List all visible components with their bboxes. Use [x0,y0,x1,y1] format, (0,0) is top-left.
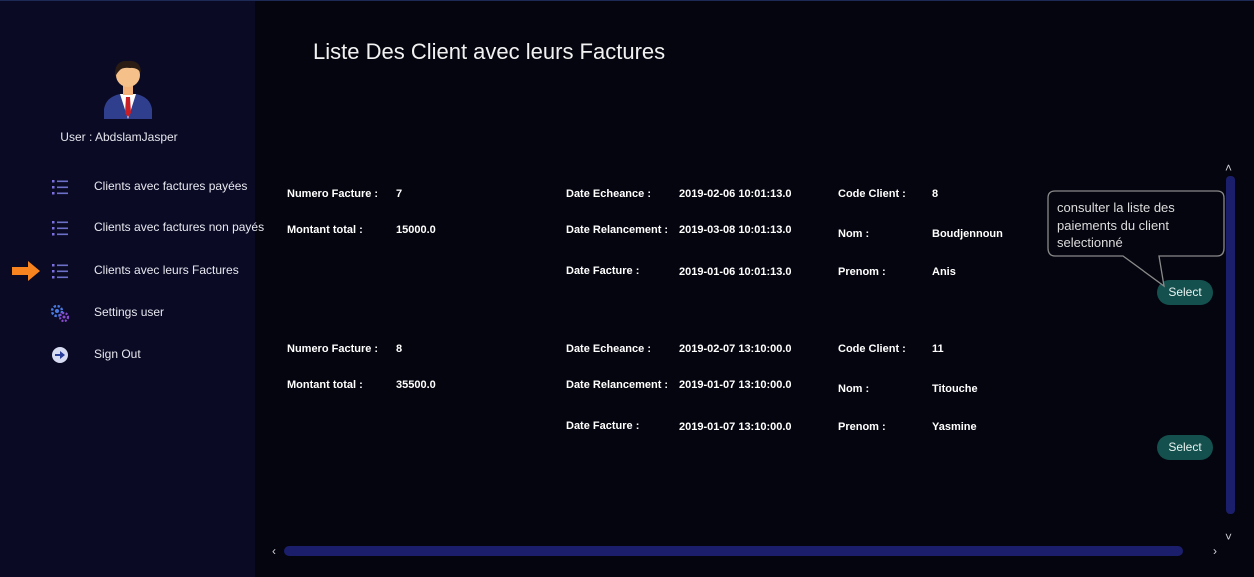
tooltip-text: consulter la liste des paiements du clie… [1057,200,1175,250]
sidebar-item-sign-out[interactable]: Sign Out [0,340,255,370]
facture-card: Numero Facture : 8 Montant total : 35500… [255,336,1215,486]
sidebar-item-factures-non-payees[interactable]: Clients avec factures non payés [0,213,264,243]
sidebar-item-settings-user[interactable]: Settings user [0,298,255,328]
code-client-value: 8 [932,188,939,200]
main-content: Liste Des Client avec leurs Factures Num… [255,1,1254,577]
nom-value: Boudjennoun [932,228,1003,240]
sidebar-item-label: Clients avec leurs Factures [94,263,239,277]
date-echeance-label: Date Echeance : [566,188,651,200]
scroll-right-icon[interactable]: › [1213,545,1217,557]
vertical-scrollbar-thumb[interactable] [1226,176,1235,514]
user-label: User : AbdslamJasper [60,130,178,144]
select-button[interactable]: Select [1157,435,1213,460]
montant-total-label: Montant total : [287,224,363,236]
sidebar-item-clients-factures[interactable]: Clients avec leurs Factures [0,256,255,286]
montant-total-value: 15000.0 [396,224,436,236]
nom-label: Nom : [838,228,870,240]
list-icon [52,180,68,195]
nom-label: Nom : [838,383,870,395]
date-echeance-value: 2019-02-07 13:10:00.0 [679,343,792,355]
date-facture-value: 2019-01-06 10:01:13.0 [679,266,792,278]
gears-icon [50,304,70,322]
sidebar-item-label: Settings user [94,305,165,319]
sidebar-item-label: Clients avec factures payées [94,179,248,193]
date-relancement-label: Date Relancement : [566,379,669,391]
date-facture-value: 2019-01-07 13:10:00.0 [679,421,792,433]
scroll-left-icon[interactable]: ‹ [272,545,276,557]
prenom-label: Prenom : [838,266,886,278]
prenom-value: Anis [932,266,956,278]
scroll-down-icon[interactable]: ˅ [1225,531,1232,543]
sidebar-item-label: Sign Out [94,347,141,361]
numero-facture-value: 7 [396,188,403,200]
date-facture-label: Date Facture : [566,265,640,277]
horizontal-scrollbar-thumb[interactable] [284,546,1183,556]
date-echeance-label: Date Echeance : [566,343,651,355]
montant-total-label: Montant total : [287,379,363,391]
sidebar: User : AbdslamJasper Clients avec factur… [0,1,264,577]
user-avatar-icon [104,60,152,119]
date-relancement-value: 2019-01-07 13:10:00.0 [679,379,792,391]
code-client-label: Code Client : [838,343,906,355]
montant-total-value: 35500.0 [396,379,436,391]
active-arrow-icon [12,261,40,281]
sidebar-item-label: Clients avec factures non payés [94,220,265,234]
numero-facture-label: Numero Facture : [287,188,379,200]
prenom-value: Yasmine [932,421,977,433]
date-facture-label: Date Facture : [566,420,640,432]
nom-value: Titouche [932,383,978,395]
sign-out-icon [52,347,68,363]
date-relancement-value: 2019-03-08 10:01:13.0 [679,224,792,236]
prenom-label: Prenom : [838,421,886,433]
date-relancement-label: Date Relancement : [566,224,669,236]
numero-facture-value: 8 [396,343,403,355]
date-echeance-value: 2019-02-06 10:01:13.0 [679,188,792,200]
list-icon [52,264,68,279]
numero-facture-label: Numero Facture : [287,343,379,355]
code-client-value: 11 [932,343,944,355]
list-icon [52,221,68,236]
code-client-label: Code Client : [838,188,906,200]
sidebar-item-factures-payees[interactable]: Clients avec factures payées [0,172,255,202]
page-title: Liste Des Client avec leurs Factures [313,39,666,64]
